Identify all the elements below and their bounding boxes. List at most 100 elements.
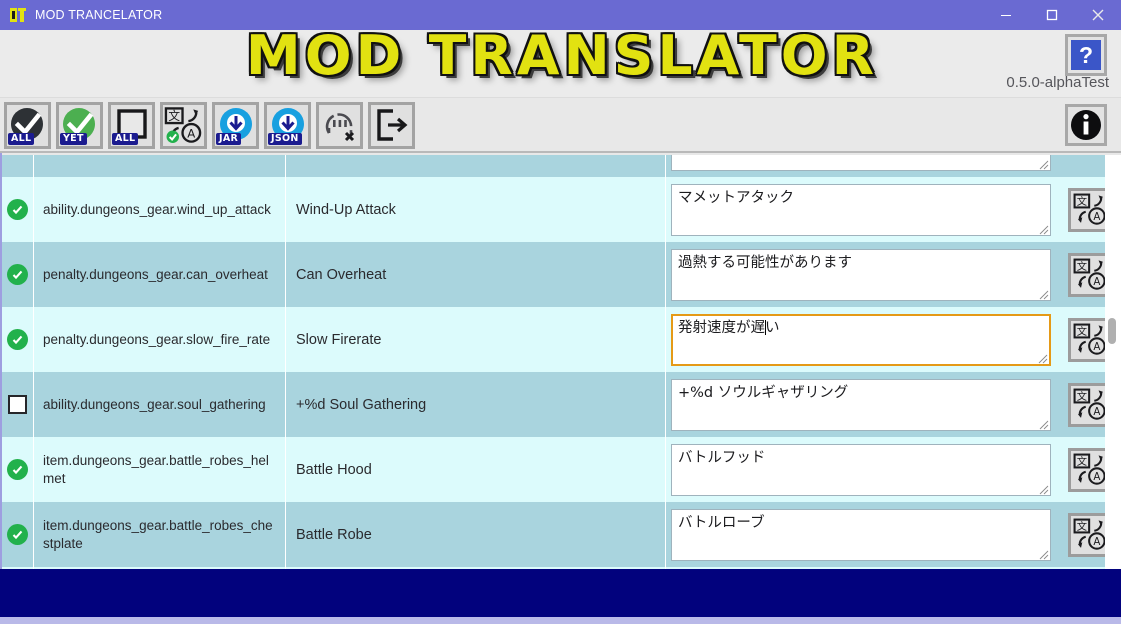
help-button[interactable]: ?: [1065, 34, 1107, 76]
row-check-cell[interactable]: [2, 372, 34, 437]
row-check-cell[interactable]: [2, 502, 34, 567]
translation-input[interactable]: バトルフッド: [671, 443, 1051, 496]
select-all-button[interactable]: ALL: [4, 102, 51, 149]
translate-icon: 文 A: [1073, 518, 1106, 550]
svg-text:文: 文: [168, 109, 180, 123]
row-translation-cell[interactable]: マメットアタック: [666, 177, 1059, 242]
row-translation-cell[interactable]: バトルフッド: [666, 437, 1059, 502]
row-source-cell: [286, 155, 666, 177]
svg-text:A: A: [187, 126, 195, 140]
translation-text: 発射速度が遅い: [678, 319, 780, 336]
row-source-cell: Slow Firerate: [286, 307, 666, 372]
button-badge: JSON: [268, 133, 302, 145]
table-row[interactable]: ability.dungeons_gear.soul_gathering +%d …: [2, 372, 1112, 437]
row-check-cell[interactable]: [2, 242, 34, 307]
table-row[interactable]: [2, 155, 1107, 177]
table-row[interactable]: item.dungeons_gear.battle_robes_chestpla…: [2, 502, 1112, 567]
table-row[interactable]: ability.dungeons_gear.wind_up_attack Wind…: [2, 177, 1112, 242]
row-checkbox-checked[interactable]: [7, 199, 28, 220]
row-key-cell: ability.dungeons_gear.soul_gathering: [34, 372, 286, 437]
svg-text:A: A: [1093, 405, 1100, 417]
check-icon: [12, 335, 23, 345]
svg-text:文: 文: [1077, 324, 1087, 337]
svg-text:A: A: [1093, 470, 1100, 482]
translation-text: マメットアタック: [678, 189, 794, 206]
maximize-button[interactable]: [1029, 0, 1075, 30]
translation-input[interactable]: +%d ソウルギャザリング: [671, 378, 1051, 431]
row-check-cell[interactable]: [2, 155, 34, 177]
row-checkbox-checked[interactable]: [7, 329, 28, 350]
row-check-cell[interactable]: [2, 307, 34, 372]
select-untranslated-button[interactable]: YET: [56, 102, 103, 149]
table-row[interactable]: item.dungeons_gear.battle_robes_helmet Ba…: [2, 437, 1112, 502]
row-translation-cell[interactable]: +%d ソウルギャザリング: [666, 372, 1059, 437]
svg-text:A: A: [1093, 535, 1100, 547]
svg-text:文: 文: [1077, 259, 1087, 272]
clear-cache-button[interactable]: [316, 102, 363, 149]
button-badge: ALL: [8, 133, 35, 145]
svg-text:A: A: [1093, 275, 1100, 287]
app-window: MOD TRANCELATOR MOD TRANSLATOR 0.5.0-alp…: [0, 0, 1121, 624]
row-translation-cell[interactable]: バトルローブ: [666, 502, 1059, 567]
row-checkbox-checked[interactable]: [7, 264, 28, 285]
translation-text: 過熱する可能性があります: [678, 254, 852, 271]
translation-text: バトルフッド: [678, 449, 766, 466]
scrollbar-thumb[interactable]: [1108, 318, 1116, 344]
translation-input[interactable]: 発射速度が遅い: [671, 313, 1051, 366]
window-title: MOD TRANCELATOR: [35, 8, 163, 22]
export-jar-button[interactable]: JAR: [212, 102, 259, 149]
translate-icon: 文 A: [1073, 453, 1106, 485]
export-json-button[interactable]: JSON: [264, 102, 311, 149]
mt-logo-icon: [10, 8, 26, 22]
title-bar: MOD TRANCELATOR: [0, 0, 1121, 30]
translation-input[interactable]: マメットアタック: [671, 183, 1051, 236]
row-source-cell: Can Overheat: [286, 242, 666, 307]
translation-input[interactable]: 過熱する可能性があります: [671, 248, 1051, 301]
row-check-cell[interactable]: [2, 437, 34, 502]
translate-icon: 文 A: [1073, 323, 1106, 355]
info-button[interactable]: [1065, 104, 1107, 146]
help-icon: ?: [1071, 40, 1101, 70]
button-badge: JAR: [216, 133, 242, 145]
row-translation-cell[interactable]: [666, 155, 1059, 177]
row-checkbox-checked[interactable]: [7, 459, 28, 480]
exit-arrow-icon: [376, 108, 407, 141]
translate-selected-button[interactable]: 文 A: [160, 102, 207, 149]
translate-check-icon: 文 A: [164, 106, 202, 143]
window-bottom-edge: [0, 617, 1121, 624]
minimize-button[interactable]: [983, 0, 1029, 30]
row-checkbox-checked[interactable]: [7, 524, 28, 545]
svg-text:文: 文: [1077, 389, 1087, 402]
svg-text:A: A: [1093, 340, 1100, 352]
svg-text:文: 文: [1077, 194, 1087, 207]
exit-button[interactable]: [368, 102, 415, 149]
check-icon: [12, 530, 23, 540]
row-check-cell[interactable]: [2, 177, 34, 242]
svg-text:文: 文: [1077, 519, 1087, 532]
translation-text: +%d ソウルギャザリング: [678, 384, 849, 401]
close-button[interactable]: [1075, 0, 1121, 30]
translate-icon: 文 A: [1073, 193, 1106, 225]
row-translation-cell[interactable]: 発射速度が遅い: [666, 307, 1059, 372]
version-label: 0.5.0-alphaTest: [1006, 74, 1109, 91]
translation-input[interactable]: バトルローブ: [671, 508, 1051, 561]
deselect-all-button[interactable]: ALL: [108, 102, 155, 149]
row-key-cell: [34, 155, 286, 177]
translation-table: ability.dungeons_gear.wind_up_attack Wind…: [0, 155, 1121, 569]
table-row[interactable]: penalty.dungeons_gear.can_overheat Can Ov…: [2, 242, 1112, 307]
button-badge: YET: [60, 133, 87, 145]
table-row[interactable]: penalty.dungeons_gear.slow_fire_rate Slow…: [2, 307, 1112, 372]
row-key-cell: ability.dungeons_gear.wind_up_attack: [34, 177, 286, 242]
vertical-scrollbar[interactable]: [1105, 155, 1119, 569]
svg-text:文: 文: [1077, 454, 1087, 467]
check-icon: [12, 270, 23, 280]
translation-input[interactable]: [671, 155, 1051, 171]
row-source-cell: Battle Hood: [286, 437, 666, 502]
row-translation-cell[interactable]: 過熱する可能性があります: [666, 242, 1059, 307]
resize-grip-icon: [1039, 290, 1049, 299]
check-icon: [12, 205, 23, 215]
row-checkbox-unchecked[interactable]: [8, 395, 27, 414]
button-badge: ALL: [112, 133, 139, 145]
svg-text:A: A: [1093, 210, 1100, 222]
resize-grip-icon: [1039, 225, 1049, 234]
